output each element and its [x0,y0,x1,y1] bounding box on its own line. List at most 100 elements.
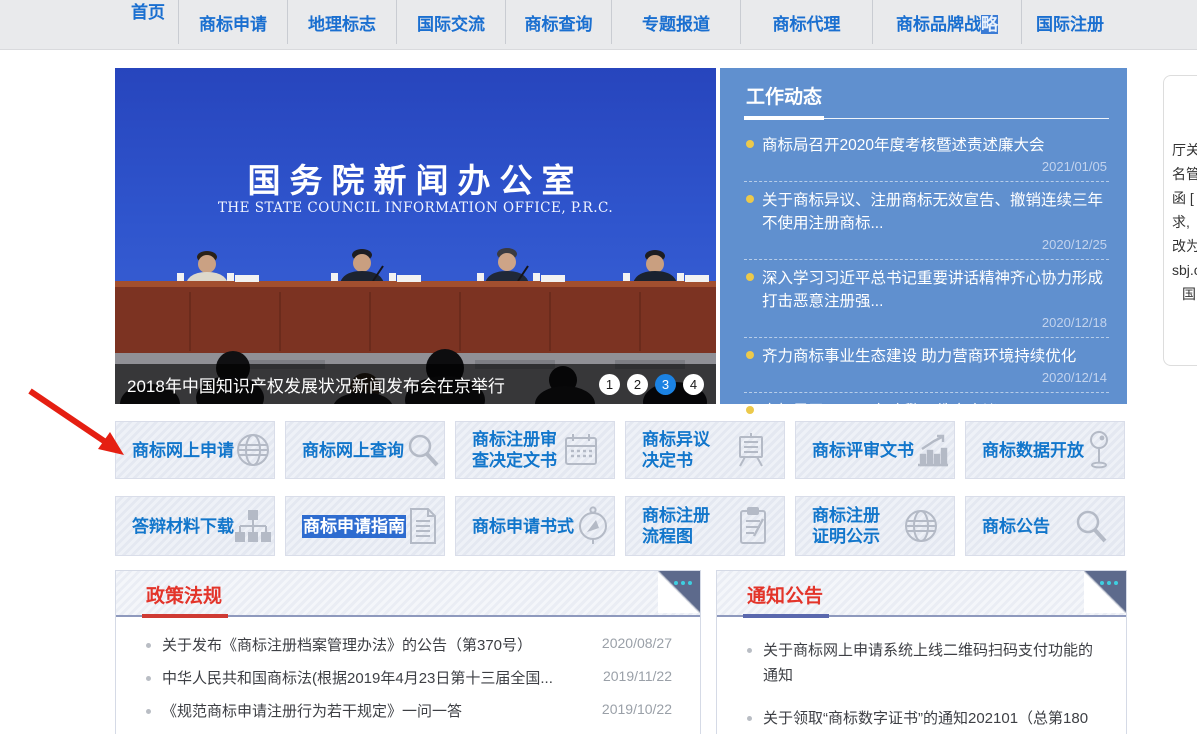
calendar-icon [562,431,600,469]
tree-icon [234,507,272,545]
service-label: 商标注册审查决定文书 [472,429,562,471]
more-dots-icon [674,581,678,585]
work-news-item-text: 商标局召开2020年度警示教育会议 [762,400,1109,423]
work-news-item[interactable]: 深入学习习近平总书记重要讲话精神齐心协力形成打击恶意注册强... 2020/12… [744,260,1109,338]
more-dots-icon [1107,581,1111,585]
work-news-item-text: 关于商标异议、注册商标无效宣告、撤销连续三年不使用注册商标... [762,189,1109,235]
service-button-application-forms[interactable]: 商标申请书式 [455,496,615,556]
more-dots-icon [1100,581,1104,585]
chart-icon [914,431,952,469]
carousel-caption-bar: 2018年中国知识产权发展状况新闻发布会在京举行 1 2 3 4 [115,364,716,404]
news-carousel-slide[interactable]: 国务院新闻办公室 THE STATE COUNCIL INFORMATION O… [115,68,716,404]
carousel-caption[interactable]: 2018年中国知识产权发展状况新闻发布会在京举行 [127,372,599,397]
work-news-item-date: 2021/01/05 [762,157,1109,177]
service-button-defense-materials-download[interactable]: 答辩材料下载 [115,496,275,556]
service-button-registration-review-decisions[interactable]: 商标注册审查决定文书 [455,421,615,479]
carousel-pagination: 1 2 3 4 [599,374,704,395]
easel-icon [732,431,770,469]
policy-list-item[interactable]: 中华人民共和国商标法(根据2019年4月23日第十三届全国... 2019/11… [116,662,700,695]
policy-item-text: 关于发布《商标注册档案管理办法》的公告（第370号） [162,635,590,656]
carousel-dot-1[interactable]: 1 [599,374,620,395]
policy-item-date: 2019/11/22 [603,668,672,684]
service-button-online-application[interactable]: 商标网上申请 [115,421,275,479]
side-panel-text-line: 改为 [1172,234,1197,258]
nav-item-home[interactable]: 首页 [118,0,178,49]
service-button-online-search[interactable]: 商标网上查询 [285,421,445,479]
notices-panel-title: 通知公告 [747,581,823,608]
carousel-dot-2[interactable]: 2 [627,374,648,395]
notice-item-text: 关于商标网上申请系统上线二维码扫码支付功能的通知 [763,638,1106,688]
notice-list-item[interactable]: 关于商标网上申请系统上线二维码扫码支付功能的通知 [717,629,1126,697]
service-button-data-open[interactable]: 商标数据开放 [965,421,1125,479]
notices-panel-header: 通知公告 [717,571,1126,617]
more-corner-button[interactable] [1084,571,1126,613]
work-news-item[interactable]: 关于商标异议、注册商标无效宣告、撤销连续三年不使用注册商标... 2020/12… [744,182,1109,260]
press-conference-photo: 国务院新闻办公室 THE STATE COUNCIL INFORMATION O… [115,68,716,404]
service-label: 商标申请书式 [472,516,574,537]
carousel-dot-4[interactable]: 4 [683,374,704,395]
service-label: 商标注册证明公示 [812,505,884,547]
service-label: 商标异议决定书 [642,429,714,471]
service-label-selected: 商标申请指南 [302,515,406,538]
nav-item-trademark-search[interactable]: 商标查询 [506,0,611,49]
nav-item-special-reports[interactable]: 专题报道 [612,0,740,49]
nav-brand-strategy-selected-char: 略 [981,15,998,34]
notices-list: 关于商标网上申请系统上线二维码扫码支付功能的通知 关于领取“商标数字证书”的通知… [717,617,1126,734]
service-label: 商标数据开放 [982,440,1084,461]
service-label: 商标注册流程图 [642,505,714,547]
work-news-item-text: 齐力商标事业生态建设 助力营商环境持续优化 [762,345,1109,368]
photo-backdrop-subtitle: THE STATE COUNCIL INFORMATION OFFICE, P.… [115,200,716,216]
services-grid: 商标网上申请 商标网上查询 商标注册审查决定文书 商标异议决定书 [115,421,1125,556]
side-panel-text-line: 函 [ [1172,186,1197,210]
work-news-item-text: 商标局召开2020年度考核暨述责述廉大会 [762,134,1109,157]
notice-list-item[interactable]: 关于领取“商标数字证书”的通知202101（总第180批） [717,697,1126,734]
policy-list-item[interactable]: 规范商标申请注册行为若干规定（国家市场监督管理总局令... 2019/10/17 [116,728,700,734]
photo-backdrop-title: 国务院新闻办公室 [115,154,716,202]
service-button-opposition-decisions[interactable]: 商标异议决定书 [625,421,785,479]
page: 首页 商标申请 地理标志 国际交流 商标查询 专题报道 商标代理 商标品牌战略 … [0,0,1197,734]
document-icon [406,506,440,546]
top-navbar: 首页 商标申请 地理标志 国际交流 商标查询 专题报道 商标代理 商标品牌战略 … [0,0,1197,50]
notices-panel: 通知公告 关于商标网上申请系统上线二维码扫码支付功能的通知 关于领取“商标数字证… [716,570,1127,734]
nav-item-trademark-application[interactable]: 商标申请 [179,0,287,49]
service-label: 商标公告 [982,516,1050,537]
nav-item-geographic-indication[interactable]: 地理标志 [288,0,396,49]
side-panel-text-line: 名管 [1172,162,1197,186]
carousel-dot-3-active[interactable]: 3 [655,374,676,395]
work-news-item[interactable]: 齐力商标事业生态建设 助力营商环境持续优化 2020/12/14 [744,338,1109,393]
policy-item-text: 《规范商标申请注册行为若干规定》一问一答 [162,701,590,722]
side-panel-text-line: 国家 [1172,282,1197,306]
service-label: 商标网上申请 [132,440,234,461]
work-news-item-date: 2020/12/14 [762,368,1109,388]
policy-regulations-panel: 政策法规 关于发布《商标注册档案管理办法》的公告（第370号） 2020/08/… [115,570,701,734]
side-panel-text-line: 厅关 [1172,138,1197,162]
policy-panel-title: 政策法规 [146,581,222,608]
service-label: 商标评审文书 [812,440,914,461]
nav-item-international-registration[interactable]: 国际注册 [1022,0,1118,49]
notices-title-underline [743,614,829,618]
right-side-panel: 厅关 名管 函 [ 求, 改为 sbj.c 国家 [1163,75,1197,366]
nav-item-international-exchange[interactable]: 国际交流 [397,0,505,49]
globe-icon [902,507,940,545]
work-news-header: 工作动态 [744,78,1109,119]
service-label: 答辩材料下载 [132,516,234,537]
policy-title-underline [142,614,228,618]
more-corner-button[interactable] [658,571,700,613]
work-news-item[interactable]: 商标局召开2020年度考核暨述责述廉大会 2021/01/05 [744,127,1109,182]
policy-item-text: 中华人民共和国商标法(根据2019年4月23日第十三届全国... [162,668,591,689]
service-button-registration-certificate-publicity[interactable]: 商标注册证明公示 [795,496,955,556]
search-icon [404,431,442,469]
service-button-review-documents[interactable]: 商标评审文书 [795,421,955,479]
policy-list-item[interactable]: 关于发布《商标注册档案管理办法》的公告（第370号） 2020/08/27 [116,629,700,662]
clipboard-icon [736,506,770,546]
policy-list-item[interactable]: 《规范商标申请注册行为若干规定》一问一答 2019/10/22 [116,695,700,728]
compass-icon [574,506,612,546]
nav-item-brand-strategy[interactable]: 商标品牌战略 [873,0,1021,49]
service-button-application-guide[interactable]: 商标申请指南 [285,496,445,556]
policy-panel-header: 政策法规 [116,571,700,617]
globe-icon [234,431,272,469]
service-button-registration-flowchart[interactable]: 商标注册流程图 [625,496,785,556]
nav-brand-strategy-text: 商标品牌战 [896,15,981,34]
nav-item-trademark-agency[interactable]: 商标代理 [741,0,872,49]
service-button-trademark-gazette[interactable]: 商标公告 [965,496,1125,556]
